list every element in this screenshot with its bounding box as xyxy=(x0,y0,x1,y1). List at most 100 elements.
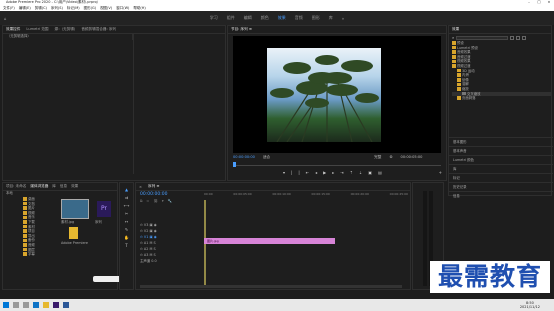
timeline-clip[interactable]: 图片.jpg xyxy=(204,238,335,244)
search-icon[interactable] xyxy=(13,302,19,308)
tab-info[interactable]: 信息 xyxy=(60,184,67,189)
workspace-graphics[interactable]: 图形 xyxy=(312,15,320,21)
step-forward-icon[interactable]: ▸ xyxy=(332,170,334,175)
folder-icon xyxy=(452,64,456,68)
tab-audio-mixer[interactable]: 音频剪辑混合器: 序列 xyxy=(81,27,116,32)
folder-icon xyxy=(23,229,27,233)
edge-icon[interactable] xyxy=(33,302,39,308)
settings-icon[interactable]: 🔧 xyxy=(168,199,172,203)
tab-lumetri-scopes[interactable]: Lumetri 范围 xyxy=(26,27,48,32)
close-icon[interactable]: × xyxy=(139,185,142,189)
tab-effects[interactable]: 效果 xyxy=(71,184,78,189)
nest-icon[interactable]: ⧉ xyxy=(140,199,143,203)
tree-item[interactable]: 页面剥落 xyxy=(452,96,551,101)
workspace-effects[interactable]: 效果 xyxy=(278,15,286,21)
tab-libraries[interactable]: 库 xyxy=(52,184,56,189)
panel-markers[interactable]: 标记 xyxy=(449,173,553,182)
workspace-assembly[interactable]: 组件 xyxy=(227,15,235,21)
yuv-effects-icon[interactable] xyxy=(522,35,527,40)
panel-essential-graphics[interactable]: 基本图形 xyxy=(449,137,553,146)
word-icon[interactable] xyxy=(63,302,69,308)
type-tool-icon[interactable]: T xyxy=(125,243,127,248)
master-track[interactable]: 主声道 0.0 xyxy=(140,259,202,265)
workspace-learn[interactable]: 学习 xyxy=(210,15,218,21)
drive-label[interactable]: 本地 xyxy=(3,191,117,196)
premiere-icon[interactable] xyxy=(53,302,59,308)
mark-out-icon[interactable]: | xyxy=(291,170,292,175)
ripple-edit-icon[interactable]: ⟷ xyxy=(124,203,130,208)
panel-essential-sound[interactable]: 基本声音 xyxy=(449,146,553,155)
panel-libraries[interactable]: 库 xyxy=(449,164,553,173)
track-select-icon[interactable]: ⇉ xyxy=(125,195,128,200)
razor-tool-icon[interactable]: ✂ xyxy=(125,211,128,216)
panel-history[interactable]: 历史记录 xyxy=(449,182,553,191)
start-icon[interactable] xyxy=(3,302,9,308)
timeline-timecode[interactable]: 00:00:00:00 xyxy=(140,192,167,197)
workspace-color[interactable]: 颜色 xyxy=(261,15,269,21)
folder-icon xyxy=(457,73,461,77)
tab-sequence[interactable]: 序列 ≡ xyxy=(148,184,159,189)
program-time-ruler[interactable] xyxy=(233,162,441,167)
more-workspaces-icon[interactable]: » xyxy=(342,16,344,21)
add-marker-icon[interactable]: | xyxy=(298,170,299,175)
folder-icon xyxy=(23,247,27,252)
tab-media-browser[interactable]: 媒体浏览器 xyxy=(30,184,48,189)
play-icon[interactable]: ▶ xyxy=(323,170,326,175)
tab-source[interactable]: 源：(无剪辑) xyxy=(55,27,76,32)
clock[interactable]: 8:50 2021/11/12 xyxy=(520,301,554,309)
thumbnail-image[interactable] xyxy=(61,199,89,219)
folder-icon xyxy=(23,215,27,220)
effects-title: 效果 xyxy=(452,27,460,31)
zoom-select[interactable]: 适合 xyxy=(263,155,270,160)
task-view-icon[interactable] xyxy=(23,302,29,308)
folder-icon[interactable] xyxy=(69,227,78,239)
program-timecode-current[interactable]: 00:00:00:00 xyxy=(233,155,255,159)
workspace-libraries[interactable]: 库 xyxy=(329,15,333,21)
linked-selection-icon[interactable]: ⛓ xyxy=(153,199,157,203)
panel-divider xyxy=(133,34,134,174)
panel-info[interactable]: 信息 xyxy=(449,191,553,200)
playhead-icon[interactable] xyxy=(233,162,236,167)
effects-search-input[interactable] xyxy=(456,35,509,40)
time-ruler[interactable]: 00:00 00:00:05:00 00:00:10:00 00:00:15:00 00… xyxy=(204,192,408,200)
timeline-toolbar: ⧉ ⊂ ⛓ ▾ 🔧 xyxy=(140,199,172,203)
hand-tool-icon[interactable]: ✋ xyxy=(124,235,129,240)
panel-lumetri-color[interactable]: Lumetri 颜色 xyxy=(449,155,553,164)
32bit-effects-icon[interactable] xyxy=(516,35,521,40)
thumbnail-name: 素材.jpg xyxy=(61,220,75,224)
explorer-icon[interactable] xyxy=(43,302,49,308)
folder-icon xyxy=(23,252,27,256)
tab-project[interactable]: 项目: 未命名 xyxy=(6,184,26,189)
search-icon: ⌕ xyxy=(452,35,455,40)
pen-tool-icon[interactable]: ✎ xyxy=(125,227,128,232)
program-timecode-duration: 00:00:05:00 xyxy=(400,155,423,159)
tab-program[interactable]: 节目: 序列 ≡ xyxy=(231,27,252,32)
step-back-icon[interactable]: ◂ xyxy=(315,170,317,175)
go-to-in-icon[interactable]: ⇤ xyxy=(306,170,309,175)
accelerated-effects-icon[interactable] xyxy=(510,35,515,40)
premiere-project-icon[interactable]: Pr xyxy=(97,201,111,217)
add-button-icon[interactable]: + xyxy=(439,170,442,175)
wrench-icon[interactable]: ⚙ xyxy=(389,155,392,159)
extract-icon[interactable]: ⇣ xyxy=(359,170,362,175)
selection-tool-icon[interactable]: ▲ xyxy=(125,187,128,192)
home-icon[interactable]: ⌂ xyxy=(4,16,7,21)
comparison-view-icon[interactable]: ▤ xyxy=(378,170,382,175)
lift-icon[interactable]: ⇡ xyxy=(350,170,353,175)
slip-tool-icon[interactable]: ↔ xyxy=(125,219,128,224)
quality-select[interactable]: 完整 xyxy=(374,155,381,160)
workspace-editing[interactable]: 编辑 xyxy=(244,15,252,21)
snap-icon[interactable]: ⊂ xyxy=(147,199,150,203)
export-frame-icon[interactable]: ▣ xyxy=(368,170,372,175)
add-marker-icon[interactable]: ▾ xyxy=(162,199,164,203)
go-to-out-icon[interactable]: ⇥ xyxy=(340,170,343,175)
no-clip-label: （无剪辑选择） xyxy=(3,34,133,40)
timeline-panel: × 序列 ≡ 00:00:00:00 ⧉ ⊂ ⛓ ▾ 🔧 00:00 00:00:… xyxy=(135,182,411,290)
tab-effect-controls[interactable]: 效果控件 xyxy=(6,27,20,32)
workspace-audio[interactable]: 音频 xyxy=(295,15,303,21)
mark-in-icon[interactable]: ▾ xyxy=(283,170,285,175)
input-method-bar[interactable] xyxy=(93,276,121,282)
folder-icon xyxy=(452,41,456,45)
folder-item[interactable]: 字幕 xyxy=(23,252,59,257)
timeline-scrollbar[interactable] xyxy=(140,285,402,288)
